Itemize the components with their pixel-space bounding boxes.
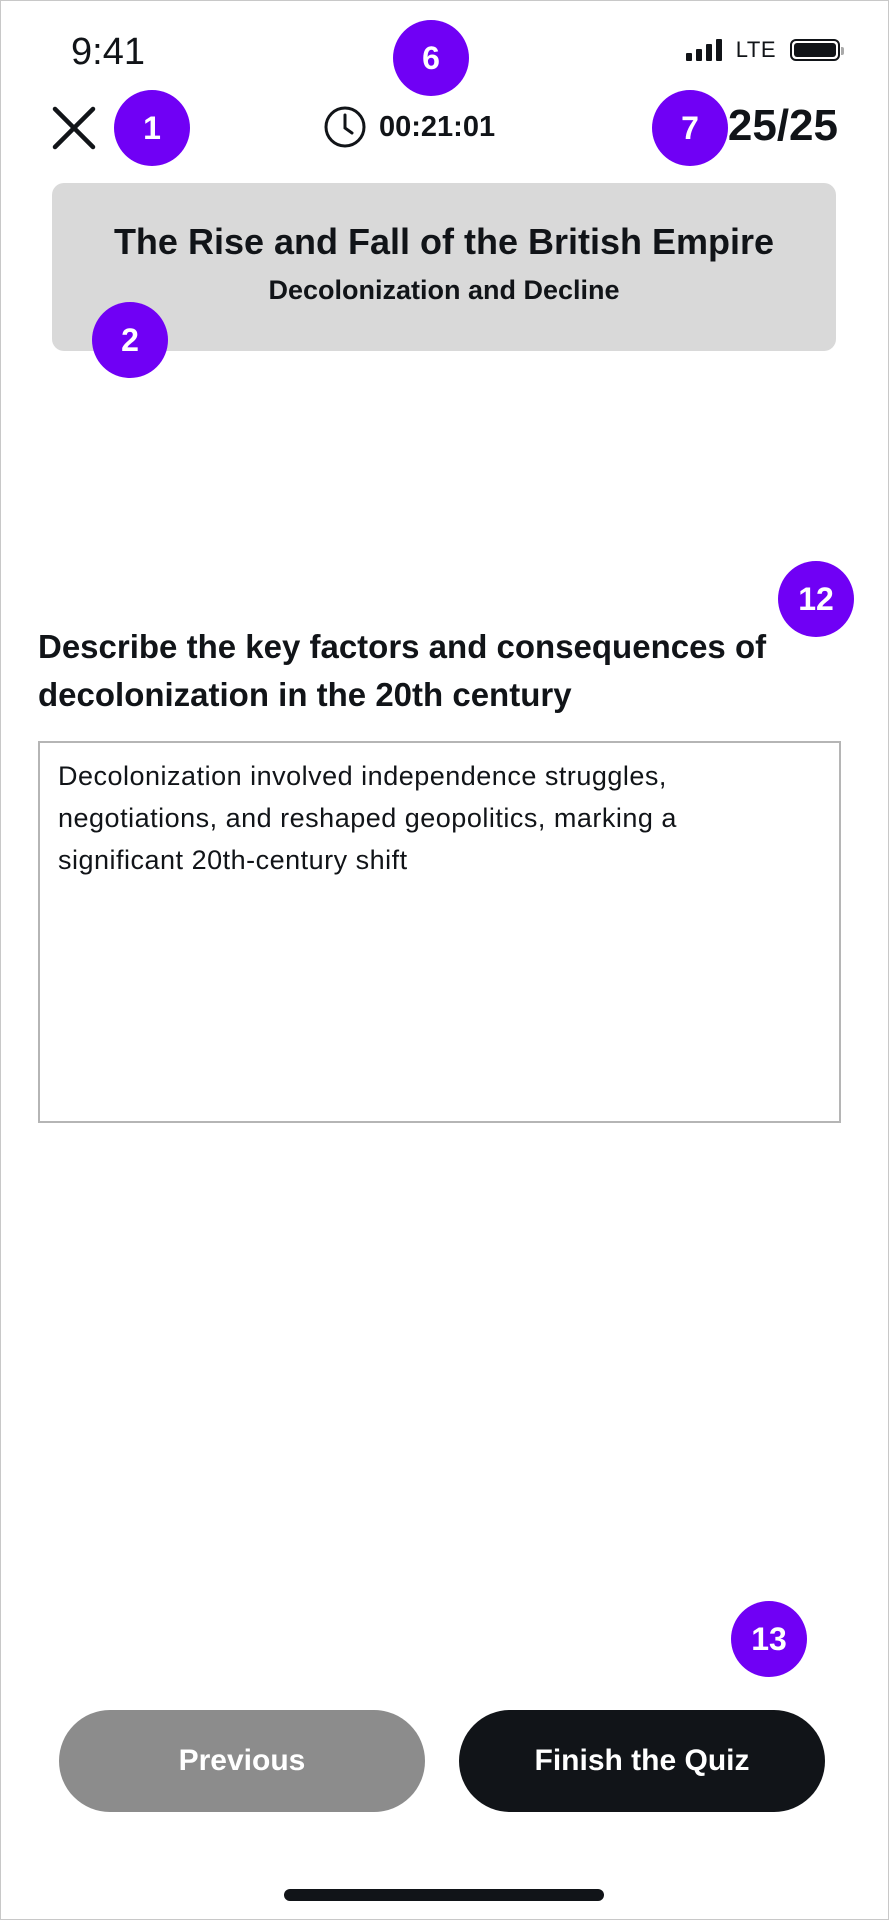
annotation-marker: 6 (393, 20, 469, 96)
annotation-marker: 7 (652, 90, 728, 166)
status-time: 9:41 (71, 31, 145, 73)
answer-text: Decolonization involved independence str… (58, 761, 677, 875)
status-icons: LTE (685, 37, 844, 63)
signal-icon (685, 39, 722, 61)
quiz-subtitle: Decolonization and Decline (268, 275, 620, 305)
annotation-marker: 12 (778, 561, 854, 637)
annotation-marker: 2 (92, 302, 168, 378)
network-label: LTE (735, 37, 776, 62)
clock-icon (324, 106, 366, 148)
finish-quiz-button[interactable]: Finish the Quiz (459, 1710, 825, 1812)
quiz-timer: 00:21:01 (323, 105, 495, 149)
battery-icon (790, 39, 844, 61)
question-text: Describe the key factors and consequence… (38, 628, 767, 713)
question-progress: 25/25 (727, 101, 838, 150)
annotation-marker: 1 (114, 90, 190, 166)
quiz-title: The Rise and Fall of the British Empire (113, 221, 775, 262)
home-indicator (284, 1889, 604, 1901)
timer-text: 00:21:01 (379, 110, 496, 143)
previous-button[interactable]: Previous (59, 1710, 425, 1812)
close-button[interactable] (49, 103, 99, 153)
annotation-marker: 13 (731, 1601, 807, 1677)
close-icon (52, 106, 96, 150)
quiz-header-card: The Rise and Fall of the British Empire … (52, 183, 836, 351)
answer-textarea[interactable]: Decolonization involved independence str… (38, 741, 841, 1123)
phone-screen: 9:41 LTE 00:21:01 25/25 The Rise and Fal… (0, 0, 889, 1920)
